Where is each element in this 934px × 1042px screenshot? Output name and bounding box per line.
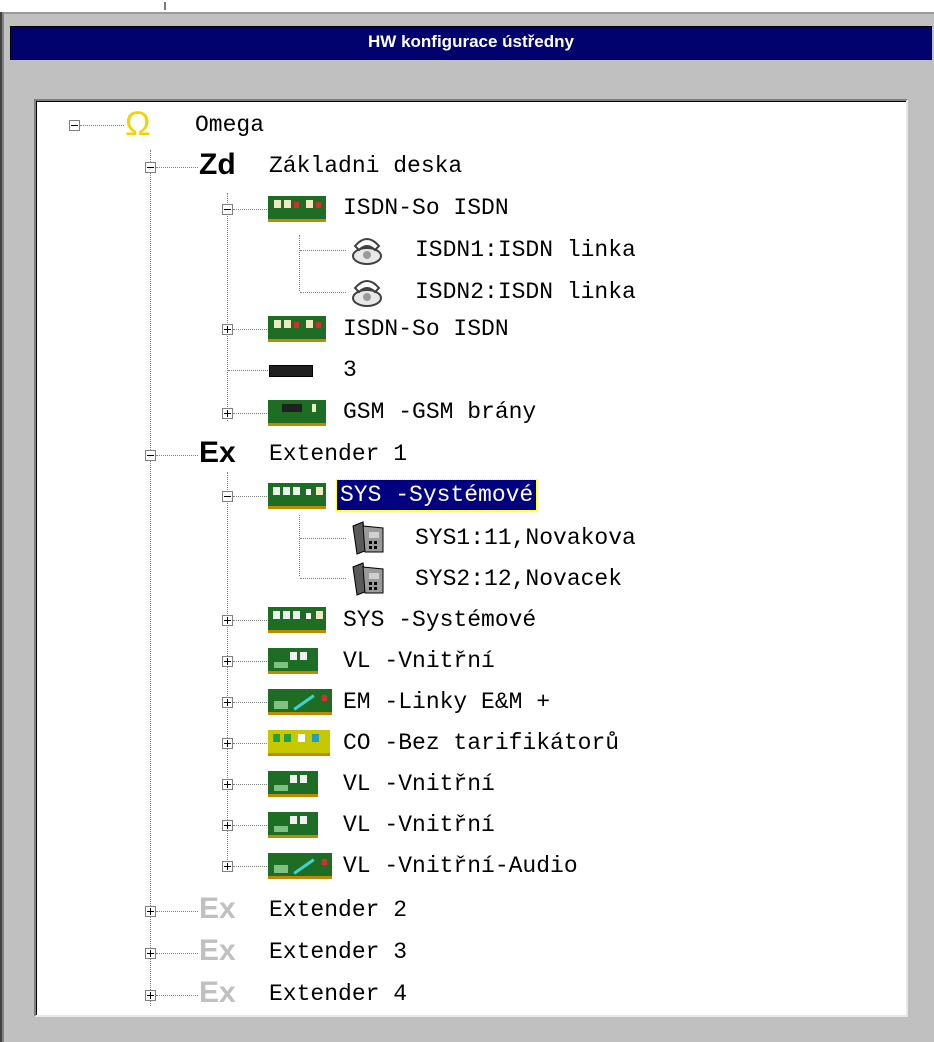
extender-inactive-icon: Ex <box>199 934 236 967</box>
tree-label-extender-1[interactable]: Extender 1 <box>266 439 410 469</box>
tree-connector <box>233 413 269 414</box>
tree-connector <box>233 329 269 330</box>
omega-icon: Ω <box>125 105 151 143</box>
tree-connector <box>300 578 346 579</box>
tree-connector <box>233 743 269 744</box>
expand-toggle-gsm[interactable] <box>222 408 233 419</box>
tree-line-isdn <box>299 235 300 291</box>
tree-label-isdn1-line[interactable]: ISDN1:ISDN linka <box>412 235 639 265</box>
expand-toggle-vl-2[interactable] <box>222 779 233 790</box>
tree-label-extender-4[interactable]: Extender 4 <box>266 979 410 1009</box>
tree-line-ex1 <box>227 472 228 866</box>
top-tick-mark <box>164 2 166 10</box>
tree-label-vl-1[interactable]: VL -Vnitřní <box>340 646 498 676</box>
vl-card-icon <box>268 648 318 674</box>
system-phone-icon <box>352 521 384 555</box>
extender-inactive-icon: Ex <box>199 976 236 1009</box>
tree-connector <box>233 209 269 210</box>
tree-line-root <box>150 150 151 1006</box>
expand-toggle-extender-3[interactable] <box>145 948 156 959</box>
extender-icon: Ex <box>199 436 236 469</box>
expand-toggle-extender-4[interactable] <box>145 990 156 1001</box>
collapse-toggle-sys-1[interactable] <box>222 491 233 502</box>
sys-card-icon <box>268 483 326 509</box>
tree-inner-frame: Ω Omega Zd Základni deska ISDN-So ISDN I… <box>36 101 906 1015</box>
tree-label-vl-3[interactable]: VL -Vnitřní <box>340 810 498 840</box>
gsm-card-icon <box>268 400 326 426</box>
tree-label-slot-3[interactable]: 3 <box>340 355 360 385</box>
tree-connector <box>233 866 269 867</box>
tree-label-vl-2[interactable]: VL -Vnitřní <box>340 769 498 799</box>
sys-card-icon <box>268 607 326 633</box>
tree-connector <box>80 125 124 126</box>
tree-line-zd <box>227 193 228 421</box>
collapse-toggle-zd[interactable] <box>145 162 156 173</box>
co-card-icon <box>268 730 330 756</box>
tree-label-vl-audio[interactable]: VL -Vnitřní-Audio <box>340 851 581 881</box>
tree-connector <box>156 455 198 456</box>
vl-card-icon <box>268 771 318 797</box>
expand-toggle-extender-2[interactable] <box>145 906 156 917</box>
tree-connector <box>156 953 198 954</box>
tree-connector <box>156 995 198 996</box>
tree-connector <box>156 911 198 912</box>
empty-slot-icon <box>269 365 313 377</box>
tree-label-extender-3[interactable]: Extender 3 <box>266 937 410 967</box>
tree-label-isdn-1[interactable]: ISDN-So ISDN <box>340 193 512 223</box>
tree-connector <box>233 496 269 497</box>
isdn-card-icon <box>268 316 326 342</box>
expand-toggle-vl-3[interactable] <box>222 820 233 831</box>
window-title: HW konfigurace ústředny <box>368 32 574 51</box>
tree-label-isdn-2[interactable]: ISDN-So ISDN <box>340 314 512 344</box>
tree-connector <box>233 784 269 785</box>
tree-label-isdn2-line[interactable]: ISDN2:ISDN linka <box>412 277 639 307</box>
collapse-toggle-omega[interactable] <box>69 120 80 131</box>
collapse-toggle-isdn-1[interactable] <box>222 204 233 215</box>
collapse-toggle-extender-1[interactable] <box>145 450 156 461</box>
system-phone-icon <box>352 562 384 596</box>
tree-label-co[interactable]: CO -Bez tarifikátorů <box>340 728 622 758</box>
tree-connector <box>300 538 346 539</box>
title-bar: HW konfigurace ústředny <box>10 26 932 60</box>
tree-label-gsm[interactable]: GSM -GSM brány <box>340 397 539 427</box>
em-card-icon <box>268 689 332 715</box>
tree-connector <box>156 167 198 168</box>
expand-toggle-vl-1[interactable] <box>222 656 233 667</box>
tree-connector <box>228 370 268 371</box>
expand-toggle-co[interactable] <box>222 738 233 749</box>
tree-label-omega[interactable]: Omega <box>192 110 267 140</box>
vl-card-icon <box>268 812 318 838</box>
mainboard-icon: Zd <box>199 148 236 181</box>
vl-audio-card-icon <box>268 853 332 879</box>
isdn-phone-icon <box>352 238 382 265</box>
tree-label-sys2-ext[interactable]: SYS2:12,Novacek <box>412 564 625 594</box>
tree-label-em[interactable]: EM -Linky E&M + <box>340 687 553 717</box>
tree-label-zd[interactable]: Základni deska <box>266 151 465 181</box>
isdn-card-icon <box>268 196 326 222</box>
extender-inactive-icon: Ex <box>199 892 236 925</box>
tree-line-sys <box>299 515 300 576</box>
tree-label-sys1-ext[interactable]: SYS1:11,Novakova <box>412 523 639 553</box>
expand-toggle-em[interactable] <box>222 697 233 708</box>
expand-plus[interactable] <box>222 324 233 335</box>
tree-label-extender-2[interactable]: Extender 2 <box>266 895 410 925</box>
tree-connector <box>233 620 269 621</box>
expand-toggle-vl-audio[interactable] <box>222 861 233 872</box>
tree-connector <box>233 661 269 662</box>
expand-toggle-sys-2[interactable] <box>222 615 233 626</box>
tree-connector <box>300 250 346 251</box>
hw-tree-view[interactable]: Ω Omega Zd Základni deska ISDN-So ISDN I… <box>34 99 908 1017</box>
tree-label-sys-1[interactable]: SYS -Systémové <box>335 479 538 511</box>
tree-connector <box>233 825 269 826</box>
tree-connector <box>233 702 269 703</box>
tree-connector <box>300 292 346 293</box>
tree-label-sys-2[interactable]: SYS -Systémové <box>340 605 539 635</box>
isdn-phone-icon <box>352 280 382 307</box>
